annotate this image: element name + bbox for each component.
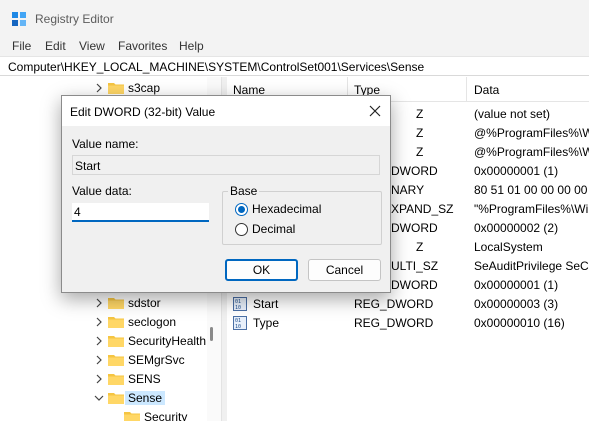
- value-data: 0x00000010 (16): [474, 316, 565, 330]
- base-label: Base: [228, 184, 260, 198]
- tree-item-label: s3cap: [128, 81, 161, 95]
- svg-text:10: 10: [235, 324, 241, 330]
- dword-value-icon: 01 10: [233, 316, 247, 330]
- folder-icon: [108, 336, 124, 347]
- folder-icon: [108, 374, 124, 385]
- value-row-start[interactable]: 01 10 Start REG_DWORD 0x00000003 (3): [227, 295, 589, 314]
- tree-item-label: SEMgrSvc: [128, 353, 185, 367]
- decimal-label[interactable]: Decimal: [252, 222, 295, 236]
- value-name: Start: [253, 297, 279, 311]
- hexadecimal-radio[interactable]: [235, 203, 248, 216]
- title-bar: Registry Editor: [0, 0, 589, 36]
- tree-scrollbar-thumb[interactable]: [210, 327, 213, 341]
- value-data: (value not set): [474, 107, 551, 121]
- value-data: 0x00000001 (1): [474, 278, 559, 292]
- tree-item-label: Security: [144, 410, 188, 421]
- chevron-right-icon[interactable]: [94, 317, 104, 327]
- tree-item-label: SecurityHealth: [128, 334, 207, 348]
- value-data: "%ProgramFiles%\Wi: [474, 202, 589, 216]
- value-name-label: Value name:: [72, 137, 139, 151]
- chevron-right-icon[interactable]: [94, 336, 104, 346]
- tree-item-sens[interactable]: SENS: [0, 370, 221, 389]
- cancel-button[interactable]: Cancel: [308, 259, 381, 281]
- value-data: LocalSystem: [474, 240, 543, 254]
- hexadecimal-label[interactable]: Hexadecimal: [252, 202, 321, 216]
- value-type: DWORD: [391, 221, 438, 235]
- value-data: 80 51 01 00 00 00 00 00: [474, 183, 589, 197]
- chevron-right-icon[interactable]: [94, 355, 104, 365]
- chevron-down-icon[interactable]: [94, 393, 104, 403]
- value-data: 0x00000001 (1): [474, 164, 559, 178]
- tree-item-label: sdstor: [128, 296, 161, 310]
- folder-open-icon: [108, 393, 124, 404]
- menu-help[interactable]: Help: [179, 39, 204, 53]
- value-data-label: Value data:: [72, 184, 132, 198]
- decimal-radio[interactable]: [235, 223, 248, 236]
- chevron-right-icon[interactable]: [94, 298, 104, 308]
- value-type: Z: [416, 107, 424, 121]
- tree-item-seclogon[interactable]: seclogon: [0, 313, 221, 332]
- menu-favorites[interactable]: Favorites: [118, 39, 167, 53]
- folder-icon: [124, 412, 140, 421]
- value-name-field: Start: [72, 155, 380, 175]
- tree-item-label: SENS: [128, 372, 161, 386]
- value-data: 0x00000002 (2): [474, 221, 559, 235]
- tree-item-securityhealth[interactable]: SecurityHealth: [0, 332, 221, 351]
- value-name: Type: [253, 316, 280, 330]
- value-type: Z: [416, 126, 424, 140]
- tree-item-security[interactable]: Security: [0, 408, 221, 421]
- value-data: @%ProgramFiles%\W: [474, 145, 589, 159]
- tree-item-semgrsvc[interactable]: SEMgrSvc: [0, 351, 221, 370]
- folder-icon: [108, 355, 124, 366]
- base-groupbox: [222, 191, 382, 245]
- ok-button[interactable]: OK: [225, 259, 298, 281]
- column-header-data[interactable]: Data: [474, 77, 589, 101]
- value-type: REG_DWORD: [354, 297, 434, 311]
- value-type: XPAND_SZ: [391, 202, 454, 216]
- registry-editor-app-icon: [12, 12, 26, 26]
- tree-item-sdstor[interactable]: sdstor: [0, 294, 221, 313]
- svg-text:10: 10: [235, 305, 241, 311]
- folder-icon: [108, 83, 124, 94]
- chevron-right-icon[interactable]: [94, 83, 104, 93]
- menu-file[interactable]: File: [12, 39, 31, 53]
- value-data: 0x00000003 (3): [474, 297, 559, 311]
- menu-view[interactable]: View: [79, 39, 105, 53]
- value-type: REG_DWORD: [354, 316, 434, 330]
- tree-item-sense[interactable]: Sense: [0, 389, 221, 408]
- tree-item-label: seclogon: [128, 315, 177, 329]
- close-icon[interactable]: [368, 104, 382, 118]
- dword-value-icon: 01 10: [233, 297, 247, 311]
- value-data: @%ProgramFiles%\W: [474, 126, 589, 140]
- value-type: DWORD: [391, 164, 438, 178]
- chevron-right-icon[interactable]: [94, 374, 104, 384]
- registry-editor-window: Registry Editor File Edit View Favorites…: [0, 0, 589, 421]
- tree-item-label: Sense: [125, 391, 166, 405]
- address-path[interactable]: Computer\HKEY_LOCAL_MACHINE\SYSTEM\Contr…: [8, 60, 424, 74]
- dialog-title-bar[interactable]: Edit DWORD (32-bit) Value: [62, 96, 390, 126]
- menu-edit[interactable]: Edit: [45, 39, 66, 53]
- window-title: Registry Editor: [35, 12, 114, 26]
- menu-bar: File Edit View Favorites Help: [0, 36, 589, 56]
- value-type: NARY: [391, 183, 425, 197]
- value-data: SeAuditPrivilege SeCh: [474, 259, 589, 273]
- value-data-input[interactable]: [72, 203, 209, 222]
- value-type: ULTI_SZ: [391, 259, 439, 273]
- edit-dword-dialog: Edit DWORD (32-bit) Value Value name: St…: [61, 95, 391, 293]
- value-type: Z: [416, 240, 424, 254]
- folder-icon: [108, 317, 124, 328]
- value-type: DWORD: [391, 278, 438, 292]
- dialog-title: Edit DWORD (32-bit) Value: [70, 105, 216, 119]
- value-row-type[interactable]: 01 10 Type REG_DWORD 0x00000010 (16): [227, 314, 589, 333]
- address-bar[interactable]: Computer\HKEY_LOCAL_MACHINE\SYSTEM\Contr…: [0, 56, 589, 76]
- folder-icon: [108, 298, 124, 309]
- value-type: Z: [416, 145, 424, 159]
